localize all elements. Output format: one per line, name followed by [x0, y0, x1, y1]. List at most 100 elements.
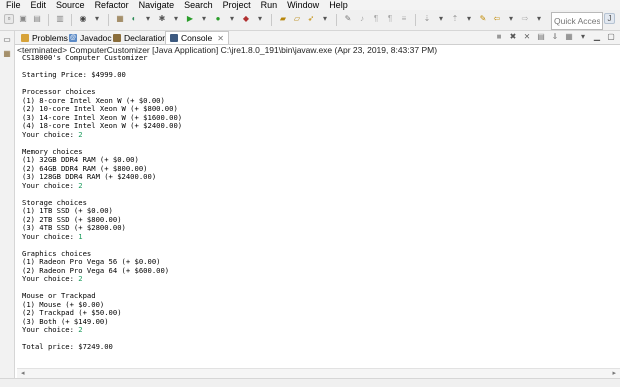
dropdown-icon[interactable]: ▾ — [506, 14, 516, 24]
minimize-icon[interactable]: ▁ — [592, 32, 602, 42]
restore-icon[interactable]: ▭ — [2, 35, 12, 45]
menu-search[interactable]: Search — [179, 0, 218, 10]
previous-annotation-icon[interactable]: ⇡ — [450, 14, 460, 24]
clear-console-icon[interactable]: ▤ — [536, 32, 546, 42]
console-line: Your choice: 2 — [22, 274, 83, 283]
forward-icon[interactable]: ⇨ — [520, 14, 530, 24]
menu-bar: File Edit Source Refactor Navigate Searc… — [0, 0, 620, 10]
debug-icon[interactable]: ◉ — [78, 14, 88, 24]
new-icon[interactable]: ▫ — [4, 14, 14, 24]
coverage-icon[interactable]: ● — [213, 14, 223, 24]
tab-problems[interactable]: Problems — [17, 31, 72, 44]
console-user-input: 2 — [78, 325, 83, 334]
console-line-text: Your choice: — [22, 231, 79, 241]
menu-window[interactable]: Window — [282, 0, 324, 10]
dropdown-icon[interactable]: ▾ — [464, 14, 474, 24]
view-tab-bar: Problems @ Javadoc Declaration Console ✕… — [15, 31, 620, 45]
dropdown-icon[interactable]: ▾ — [320, 14, 330, 24]
toggle-mark-icon[interactable]: ♪ — [357, 14, 367, 24]
horizontal-scrollbar[interactable]: ◂ ▸ — [17, 368, 620, 378]
toolbar-separator — [336, 14, 337, 26]
menu-file[interactable]: File — [0, 0, 26, 10]
toolbar-separator — [271, 14, 272, 26]
external-tools-icon[interactable]: ◆ — [241, 14, 251, 24]
dropdown-icon[interactable]: ▾ — [227, 14, 237, 24]
main-toolbar: ▫ ▣ ▤ ▥ ◉ ▾ ▦ ◐ ▾ ✱ ▾ ▶ ▾ ● ▾ ◆ ▾ ▰ ▱ ➶ … — [0, 10, 620, 31]
save-all-icon[interactable]: ▤ — [32, 14, 42, 24]
word-wrap-icon[interactable]: ≡ — [399, 14, 409, 24]
console-view-toolbar: ■ ✖ ⨯ ▤ ⇓ ▦ ▾ ▁ ▢ — [494, 32, 616, 42]
dropdown-icon[interactable]: ▾ — [436, 14, 446, 24]
dropdown-icon[interactable]: ▾ — [199, 14, 209, 24]
back-icon[interactable]: ⇦ — [492, 14, 502, 24]
console-user-input: 2 — [78, 274, 83, 283]
dropdown-icon[interactable]: ▾ — [578, 32, 588, 42]
toggle-block-icon[interactable]: ¶ — [371, 14, 381, 24]
new-java-project-icon[interactable]: ▦ — [115, 14, 125, 24]
tab-console[interactable]: Console ✕ — [165, 31, 229, 44]
remove-launches-icon[interactable]: ✖ — [508, 32, 518, 42]
remove-all-launches-icon[interactable]: ⨯ — [522, 32, 532, 42]
dropdown-icon[interactable]: ▾ — [143, 14, 153, 24]
console-line: Your choice: 2 — [22, 181, 83, 190]
menu-edit[interactable]: Edit — [26, 0, 52, 10]
last-edit-icon[interactable]: ✎ — [478, 14, 488, 24]
left-side-strip: ▭ ▦ — [0, 31, 15, 386]
console-line-text: Your choice: — [22, 274, 79, 283]
console-line: Your choice: 2 — [22, 130, 83, 139]
dropdown-icon[interactable]: ▾ — [92, 14, 102, 24]
problems-icon — [21, 33, 29, 42]
maximize-icon[interactable]: ▢ — [606, 32, 616, 42]
menu-navigate[interactable]: Navigate — [134, 0, 180, 10]
console-line: Your choice: 2 — [22, 325, 83, 334]
scroll-left-icon[interactable]: ◂ — [21, 369, 25, 378]
perspective-switcher: J — [604, 13, 615, 24]
javadoc-icon: @ — [69, 33, 77, 42]
print-icon[interactable]: ▥ — [55, 14, 65, 24]
dropdown-icon[interactable]: ▾ — [255, 14, 265, 24]
menu-run[interactable]: Run — [256, 0, 283, 10]
debug-bug-icon[interactable]: ✱ — [157, 14, 167, 24]
run-icon[interactable]: ▶ — [185, 14, 195, 24]
console-line-text: Your choice: — [22, 180, 79, 190]
search-icon[interactable]: ➶ — [306, 14, 316, 24]
pin-console-icon[interactable]: ▦ — [564, 32, 574, 42]
tab-label: Console — [181, 33, 213, 43]
menu-project[interactable]: Project — [218, 0, 256, 10]
scroll-lock-icon[interactable]: ⇓ — [550, 32, 560, 42]
console-line: CS18000's Computer Customizer — [22, 53, 148, 62]
package-explorer-icon[interactable]: ▦ — [2, 49, 12, 59]
scroll-right-icon[interactable]: ▸ — [612, 369, 616, 378]
save-icon[interactable]: ▣ — [18, 14, 28, 24]
console-line-text: Your choice: — [22, 129, 79, 139]
quick-access-input[interactable] — [551, 12, 603, 30]
next-annotation-icon[interactable]: ⇣ — [422, 14, 432, 24]
console-user-input: 2 — [78, 180, 83, 190]
menu-help[interactable]: Help — [324, 0, 353, 10]
toolbar-separator — [415, 14, 416, 26]
declaration-icon — [113, 33, 121, 42]
open-task-icon[interactable]: ▱ — [292, 14, 302, 24]
annotation-icon[interactable]: ✎ — [343, 14, 353, 24]
tab-label: Problems — [32, 32, 68, 43]
dropdown-icon[interactable]: ▾ — [171, 14, 181, 24]
console-output[interactable]: CS18000's Computer Customizer Starting P… — [22, 53, 612, 370]
show-whitespace-icon[interactable]: ¶ — [385, 14, 395, 24]
menu-source[interactable]: Source — [51, 0, 90, 10]
new-class-icon[interactable]: ◐ — [129, 14, 139, 24]
console-icon — [170, 34, 178, 42]
close-icon[interactable]: ✕ — [217, 34, 224, 43]
toolbar-separator — [48, 14, 49, 26]
java-perspective-icon[interactable]: J — [604, 13, 615, 24]
console-line-text: Total price: $7249.00 — [22, 342, 113, 351]
console-line: Total price: $7249.00 — [22, 342, 113, 351]
open-type-icon[interactable]: ▰ — [278, 14, 288, 24]
console-line-text: Starting Price: $4999.00 — [22, 70, 126, 79]
tab-label: Javadoc — [80, 32, 112, 43]
terminate-icon[interactable]: ■ — [494, 32, 504, 42]
menu-refactor[interactable]: Refactor — [90, 0, 134, 10]
dropdown-icon[interactable]: ▾ — [534, 14, 544, 24]
console-line-text: Your choice: — [22, 325, 79, 334]
console-line-text: CS18000's Computer Customizer — [22, 53, 148, 62]
tab-declaration[interactable]: Declaration — [109, 31, 171, 44]
